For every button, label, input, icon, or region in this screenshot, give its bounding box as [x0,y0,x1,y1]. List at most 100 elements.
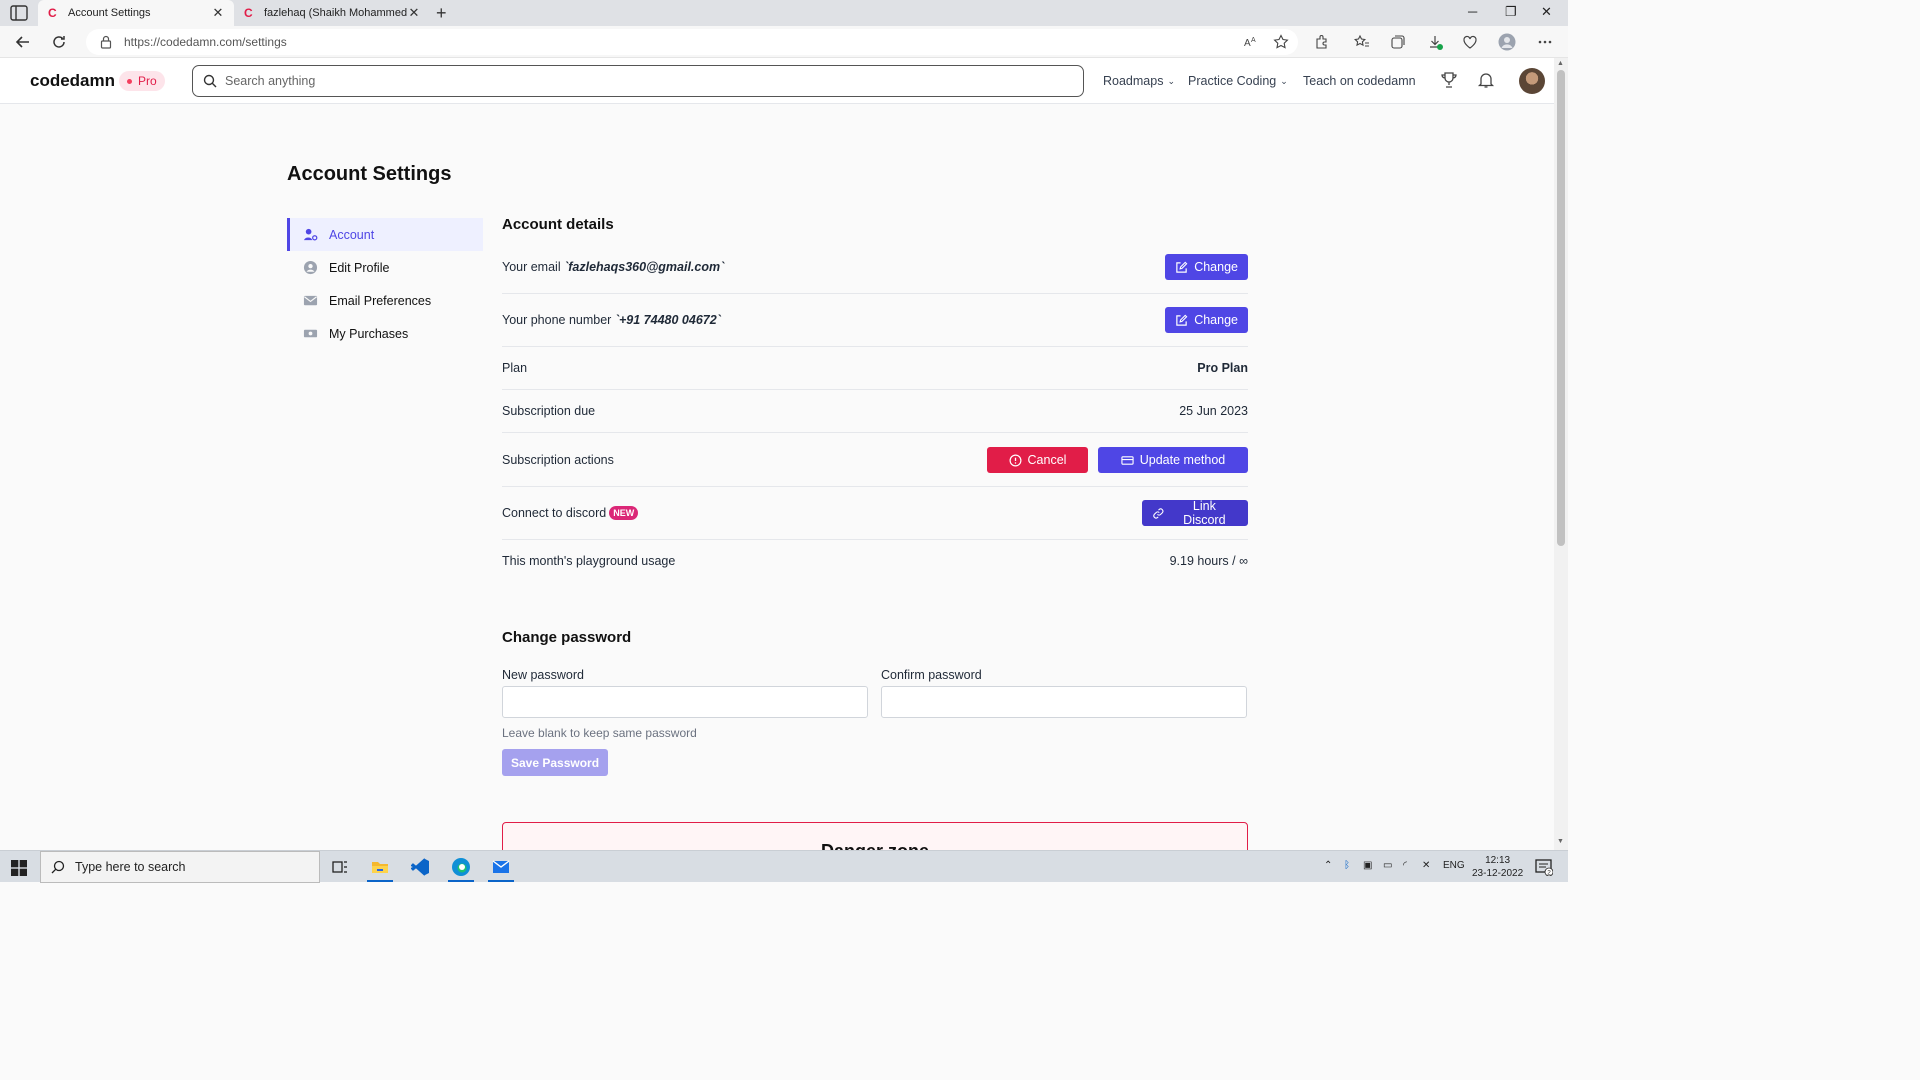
discord-row: Connect to discord NEW Link Discord [502,499,1248,527]
change-password-title: Change password [502,629,632,646]
task-view-icon[interactable] [330,857,350,877]
trophy-icon[interactable] [1440,71,1458,89]
nav-roadmaps[interactable]: Roadmaps ⌄ [1103,74,1175,88]
site-header: codedamn Pro Roadmaps⌄ Practice Coding⌄ … [0,58,1554,104]
add-favorite-icon[interactable] [1273,34,1289,50]
file-explorer-icon[interactable] [370,857,390,877]
change-label: Change [1194,313,1238,327]
sidebar-item-edit-profile[interactable]: Edit Profile [287,251,483,284]
more-options-icon[interactable] [1537,34,1553,50]
sidebar-item-label: Edit Profile [329,260,390,275]
edge-browser-icon[interactable] [451,857,471,877]
taskbar-search[interactable]: Type here to search [40,851,320,883]
change-phone-button[interactable]: Change [1165,307,1248,333]
vscode-icon[interactable] [411,857,431,877]
user-gear-icon [303,228,318,241]
save-password-button[interactable]: Save Password [502,749,609,776]
divider [502,486,1248,487]
update-method-button[interactable]: Update method [1098,447,1248,473]
minimize-icon[interactable]: ─ [1468,4,1477,19]
change-email-button[interactable]: Change [1165,254,1248,280]
link-discord-button[interactable]: Link Discord [1142,499,1248,527]
url-text: https://codedamn.com/settings [124,35,287,49]
clock-date: 23-12-2022 [1472,868,1524,879]
profile-icon[interactable] [1498,33,1516,51]
sidebar-item-account[interactable]: Account [287,218,483,251]
edit-icon [1176,314,1188,326]
tab-profile[interactable]: C fazlehaq (Shaikh Mohammed Fazlehaq) ✕ [234,0,430,26]
password-hint: Leave blank to keep same password [502,726,697,740]
read-aloud-icon[interactable]: AA [1243,34,1259,50]
restore-icon[interactable]: ❐ [1505,4,1517,20]
battery-icon[interactable]: ▭ [1383,860,1392,871]
page-scrollbar[interactable]: ▲ ▼ [1554,58,1568,850]
active-app-indicator [488,880,514,882]
sidebar-item-my-purchases[interactable]: My Purchases [287,317,483,350]
sidebar-item-email-preferences[interactable]: Email Preferences [287,284,483,317]
cancel-subscription-button[interactable]: Cancel [987,447,1088,473]
tab-actions-icon[interactable] [10,5,28,21]
tab-account-settings[interactable]: C Account Settings ✕ [38,0,234,26]
browser-essentials-icon[interactable] [1462,34,1478,50]
show-hidden-icons-icon[interactable]: ⌃ [1324,860,1332,871]
close-window-icon[interactable]: ✕ [1541,4,1552,20]
envelope-icon [303,295,318,306]
email-text: Your email `fazlehaqs360@gmail.com` [502,260,724,274]
refresh-icon[interactable] [49,32,69,52]
language-indicator[interactable]: ENG [1443,860,1465,871]
divider [502,432,1248,433]
active-app-indicator [448,880,474,882]
downloads-icon[interactable] [1427,34,1443,50]
nav-practice-coding[interactable]: Practice Coding ⌄ [1188,74,1288,88]
site-search[interactable] [192,65,1084,97]
playground-usage-row: This month's playground usage 9.19 hours… [502,553,1248,569]
phone-text: Your phone number `+91 74480 04672` [502,313,721,327]
user-avatar[interactable] [1519,68,1545,94]
active-app-indicator [367,880,393,882]
volume-muted-icon[interactable]: ✕ [1422,860,1430,871]
usb-icon[interactable]: ▣ [1363,860,1372,871]
scrollbar-thumb[interactable] [1557,70,1565,546]
nav-teach[interactable]: Teach on codedamn [1303,74,1416,88]
update-method-label: Update method [1139,453,1226,467]
new-password-input[interactable] [502,686,868,718]
favorites-icon[interactable] [1354,34,1370,50]
playground-usage-label: This month's playground usage [502,554,676,568]
brand-logo[interactable]: codedamn [30,71,115,91]
pro-badge-label: Pro [138,74,157,88]
tab-title: fazlehaq (Shaikh Mohammed Fazlehaq) [264,7,408,19]
windows-start-icon[interactable] [11,860,27,876]
search-input[interactable] [225,74,1045,88]
edit-icon [1176,261,1188,273]
sidebar-item-label: Email Preferences [329,293,432,308]
lock-icon [100,35,112,49]
plan-row: Plan Pro Plan [502,360,1248,376]
tab-title: Account Settings [68,7,151,19]
search-icon [51,860,65,874]
sidebar-item-label: Account [329,227,375,242]
confirm-password-input[interactable] [881,686,1247,718]
taskbar-clock[interactable]: 12:13 23-12-2022 [1472,854,1523,880]
email-row: Your email `fazlehaqs360@gmail.com` Chan… [502,254,1248,280]
new-tab-icon[interactable]: + [436,3,447,24]
bluetooth-icon[interactable]: ᛒ [1344,860,1350,871]
scroll-down-icon[interactable]: ▼ [1557,838,1564,845]
new-badge: NEW [609,506,639,521]
wifi-icon[interactable]: ◜ [1403,860,1407,871]
notifications-icon[interactable]: 2 [1535,858,1553,876]
subscription-due-value: 25 Jun 2023 [1179,404,1248,418]
divider [502,346,1248,347]
mail-icon[interactable] [491,857,511,877]
confirm-password-label: Confirm password [881,668,982,682]
close-tab-icon[interactable]: ✕ [212,5,224,21]
back-icon[interactable] [13,32,33,52]
scroll-up-icon[interactable]: ▲ [1557,60,1564,67]
url-field[interactable]: https://codedamn.com/settings [86,29,1298,55]
extensions-icon[interactable] [1314,34,1330,50]
collections-icon[interactable] [1390,34,1406,50]
link-discord-label: Link Discord [1183,499,1226,527]
svg-text:A: A [1251,37,1256,44]
close-tab-icon[interactable]: ✕ [408,5,420,21]
bell-icon[interactable] [1477,71,1495,89]
plan-label: Plan [502,361,528,375]
